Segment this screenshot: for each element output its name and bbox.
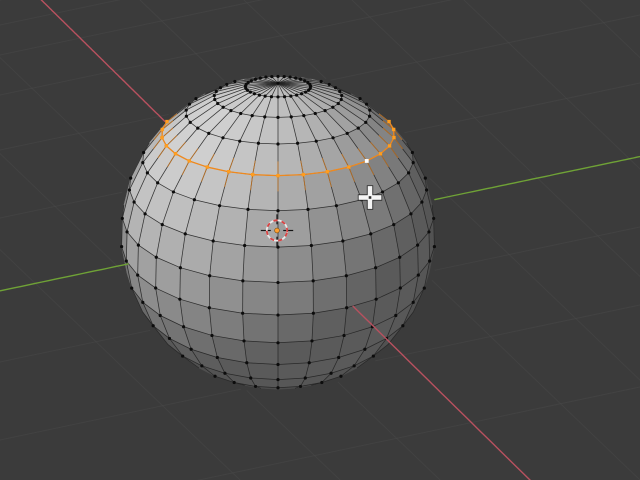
3d-viewport[interactable] xyxy=(0,0,640,480)
active-vertex[interactable] xyxy=(364,159,369,163)
object-origin-icon xyxy=(274,227,280,234)
scene-canvas[interactable] xyxy=(0,0,640,480)
